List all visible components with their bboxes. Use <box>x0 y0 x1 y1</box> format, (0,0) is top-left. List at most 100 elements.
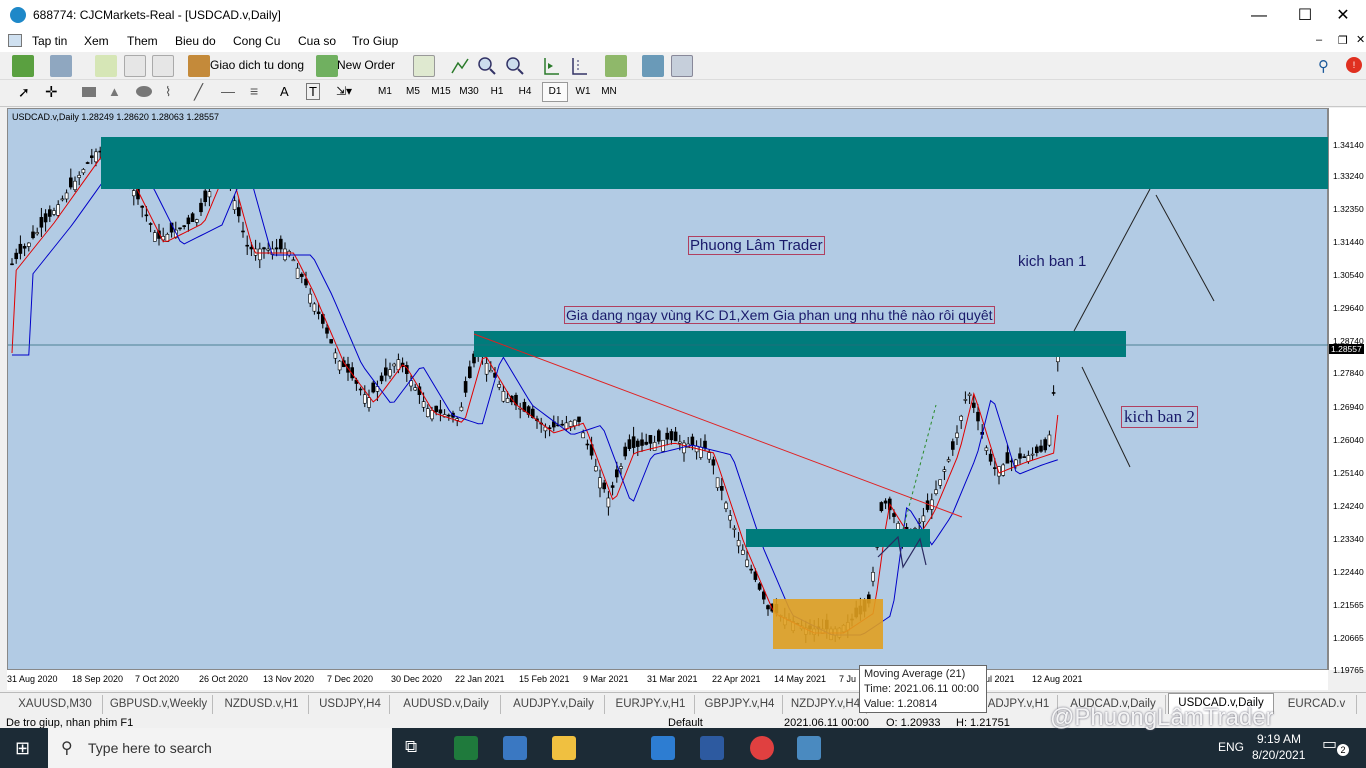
scenario1-label[interactable]: kich ban 1 <box>1018 253 1086 270</box>
calculator-icon[interactable] <box>503 736 527 760</box>
text-label-icon[interactable]: T <box>306 83 320 100</box>
mdi-restore-icon[interactable]: ❐ <box>1338 34 1348 47</box>
chart-tab[interactable]: AUDUSD.v,Daily <box>392 695 501 714</box>
scenario2-label[interactable]: kich ban 2 <box>1121 406 1198 428</box>
new-order-button[interactable]: New Order <box>337 58 395 72</box>
fibonacci-icon[interactable]: ≡ <box>250 83 258 99</box>
tf-w1[interactable]: W1 <box>570 86 596 97</box>
elliott-wave-icon[interactable]: ⌇ <box>165 84 171 100</box>
templates-icon[interactable] <box>671 55 693 77</box>
candle-body <box>274 247 279 250</box>
profiles-icon[interactable] <box>50 55 72 77</box>
chart-tab[interactable]: NZDUSD.v,H1 <box>215 695 309 714</box>
tf-m1[interactable]: M1 <box>372 86 398 97</box>
store-icon[interactable] <box>651 736 675 760</box>
triangle-icon[interactable]: ▲ <box>108 84 121 99</box>
brand-label[interactable]: Phuong Lâm Trader <box>688 236 825 255</box>
candle-body <box>207 191 212 198</box>
crosshair-icon[interactable]: ✛ <box>45 83 58 101</box>
excel-icon[interactable] <box>454 736 478 760</box>
rectangle-icon[interactable] <box>82 87 96 97</box>
candle-body <box>195 219 199 223</box>
language-indicator[interactable]: ENG <box>1218 740 1244 754</box>
candle-body <box>690 436 695 446</box>
menu-help[interactable]: Tro Giup <box>352 34 398 48</box>
candle-body <box>724 502 728 510</box>
chart-window-icon[interactable] <box>8 34 22 47</box>
chart-tab[interactable]: GBPUSD.v,Weekly <box>105 695 213 714</box>
auto-trading-icon[interactable] <box>188 55 210 77</box>
tf-m5[interactable]: M5 <box>400 86 426 97</box>
taskbar-search[interactable]: ⚲ Type here to search <box>48 728 392 768</box>
notifications-icon[interactable]: ▭ <box>1322 734 1337 754</box>
minimize-button[interactable]: — <box>1236 0 1282 31</box>
zoom-in-icon[interactable] <box>476 55 498 77</box>
candle-body <box>237 207 241 217</box>
close-button[interactable]: ✕ <box>1320 0 1366 31</box>
chart-tab[interactable]: NZDJPY.v,H4 <box>785 695 867 714</box>
analysis-note[interactable]: Gia dang ngay vùng KC D1,Xem Gia phan un… <box>564 306 995 324</box>
zoom-out-icon[interactable] <box>504 55 526 77</box>
chart-tab[interactable]: GBPJPY.v,H4 <box>697 695 783 714</box>
windows-start-icon[interactable]: ⊞ <box>15 738 30 759</box>
date-axis[interactable]: 31 Aug 2020 18 Sep 2020 7 Oct 2020 26 Oct 2… <box>7 670 1328 690</box>
auto-scroll-icon[interactable] <box>540 55 562 77</box>
chrome-icon[interactable] <box>750 736 774 760</box>
tf-m15[interactable]: M15 <box>428 86 454 97</box>
remote-desktop-icon[interactable] <box>700 736 724 760</box>
tf-h1[interactable]: H1 <box>484 86 510 97</box>
navigator-icon[interactable] <box>124 55 146 77</box>
auto-trading-button[interactable]: Giao dich tu dong <box>210 58 304 72</box>
chart-tab[interactable]: XAUUSD,M30 <box>8 695 103 714</box>
chart-tab[interactable]: USDJPY,H4 <box>311 695 390 714</box>
tf-d1[interactable]: D1 <box>542 82 568 102</box>
file-explorer-icon[interactable] <box>552 736 576 760</box>
supply-zone-top[interactable] <box>101 137 1329 189</box>
tf-mn[interactable]: MN <box>596 86 622 97</box>
horizontal-line-icon[interactable]: — <box>221 83 235 99</box>
menu-file[interactable]: Tap tin <box>32 34 67 48</box>
market-watch-icon[interactable] <box>95 55 117 77</box>
terminal-icon[interactable] <box>152 55 174 77</box>
clock-time[interactable]: 9:19 AM <box>1257 732 1301 746</box>
text-icon[interactable]: A <box>280 84 289 99</box>
candle-body <box>761 591 766 600</box>
clock-date[interactable]: 8/20/2021 <box>1252 748 1305 762</box>
new-chart-icon[interactable] <box>12 55 34 77</box>
line-chart-icon[interactable] <box>449 55 471 77</box>
mdi-minimize-icon[interactable]: – <box>1316 34 1322 46</box>
new-order-icon[interactable] <box>316 55 338 77</box>
bar-chart-icon[interactable] <box>413 55 435 77</box>
tf-h4[interactable]: H4 <box>512 86 538 97</box>
metatrader-taskbar-icon[interactable] <box>797 736 821 760</box>
candle-body <box>505 398 510 403</box>
task-view-icon[interactable]: ⧉ <box>405 737 417 757</box>
chart-tab[interactable]: EURCAD.v <box>1277 695 1357 714</box>
periods-icon[interactable] <box>642 55 664 77</box>
price-chart[interactable]: USDCAD.v,Daily 1.28249 1.28620 1.28063 1… <box>7 108 1329 670</box>
chart-tab[interactable]: AUDJPY.v,Daily <box>503 695 605 714</box>
menu-tools[interactable]: Cong Cu <box>233 34 280 48</box>
price-axis[interactable]: 1.34140 1.33240 1.32350 1.31440 1.30540 1.296… <box>1328 108 1366 675</box>
chart-tab[interactable]: ADJPY.v,H1 <box>980 695 1058 714</box>
menu-charts[interactable]: Bieu do <box>175 34 216 48</box>
chart-shift-icon[interactable] <box>568 55 590 77</box>
cursor-icon[interactable]: ➚ <box>18 84 30 101</box>
menu-insert[interactable]: Them <box>127 34 158 48</box>
accumulation-zone[interactable] <box>773 599 883 649</box>
arrows-icon[interactable]: ⇲▾ <box>336 84 352 98</box>
candle-body <box>560 423 565 426</box>
support-zone[interactable] <box>746 529 930 547</box>
tf-m30[interactable]: M30 <box>456 86 482 97</box>
chart-tab[interactable]: EURJPY.v,H1 <box>607 695 695 714</box>
trendline-icon[interactable]: ╱ <box>194 83 203 101</box>
resistance-zone[interactable] <box>474 331 1126 357</box>
search-icon[interactable]: ⚲ <box>1318 57 1329 75</box>
ellipse-icon[interactable] <box>136 86 152 97</box>
menu-window[interactable]: Cua so <box>298 34 336 48</box>
notification-icon[interactable]: ! <box>1346 57 1362 73</box>
menu-view[interactable]: Xem <box>84 34 109 48</box>
indicators-icon[interactable] <box>605 55 627 77</box>
candle-body <box>153 232 157 242</box>
mdi-close-icon[interactable]: ✕ <box>1356 33 1365 46</box>
